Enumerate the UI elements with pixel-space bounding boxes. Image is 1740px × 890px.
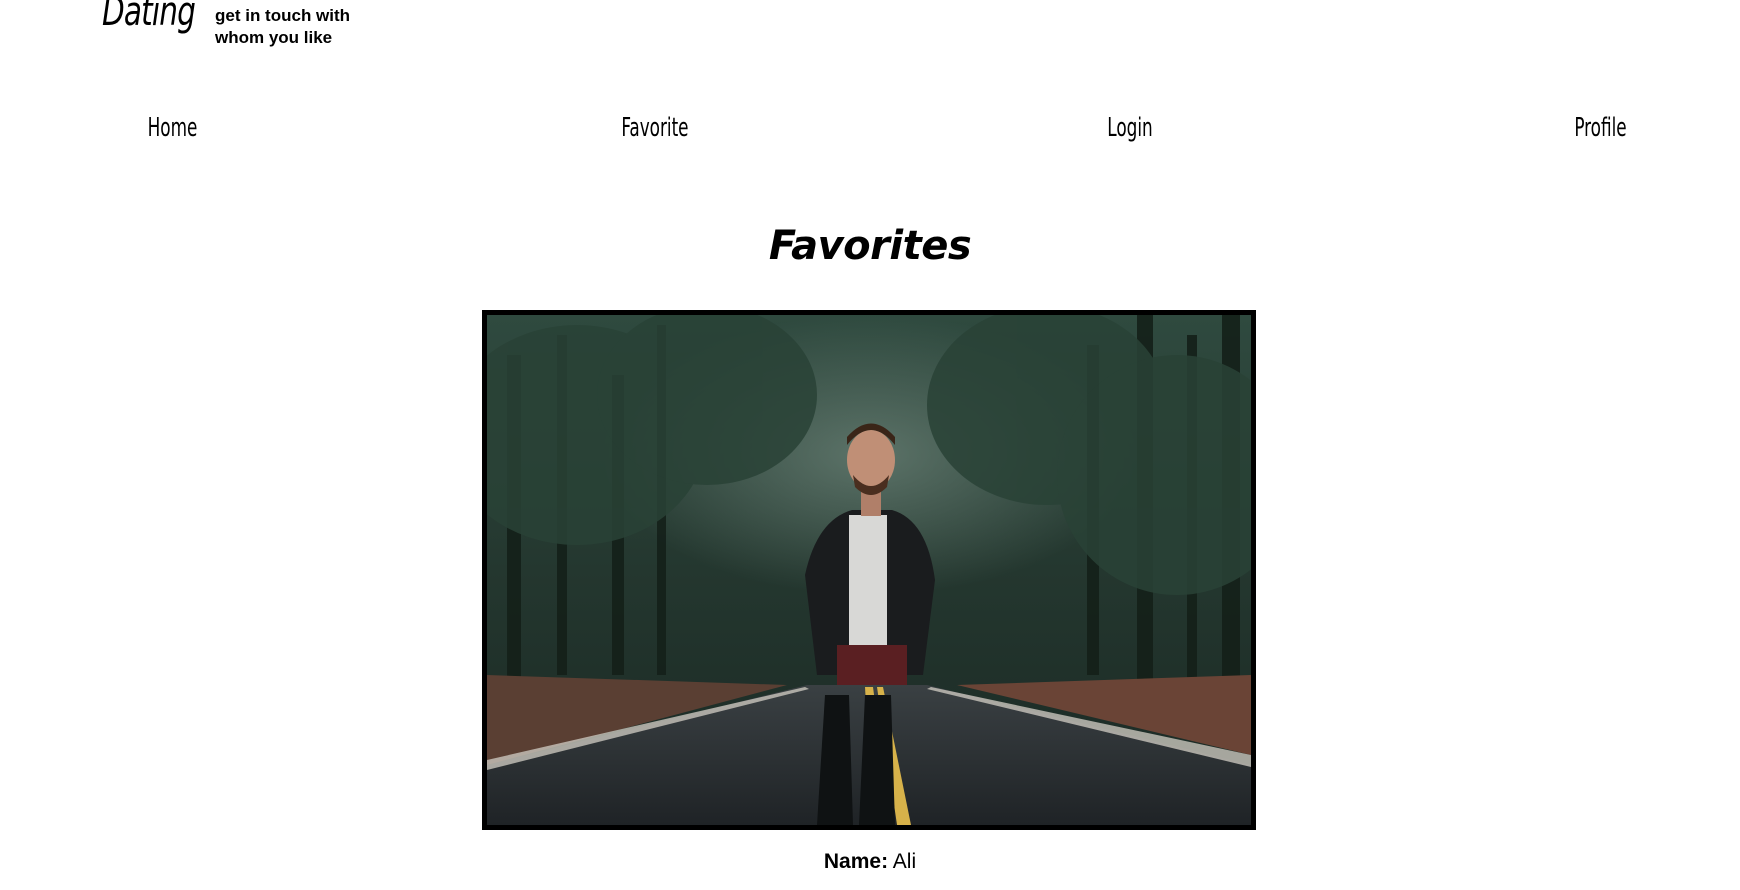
page-title: Favorites: [768, 222, 972, 269]
tagline-line-2: whom you like: [215, 28, 333, 47]
site-header: Dating get in touch with whom you like: [0, 0, 1740, 60]
nav-profile-link[interactable]: Profile: [1566, 108, 1634, 148]
name-label: Name:: [823, 850, 889, 873]
main-nav: Home Favorite Login Profile: [0, 108, 1740, 148]
site-tagline: get in touch with whom you like: [215, 5, 375, 49]
nav-favorite-link[interactable]: Favorite: [615, 108, 694, 148]
nav-home-link[interactable]: Home: [142, 108, 203, 148]
name-value: Ali: [892, 850, 917, 873]
profile-photo: [487, 315, 1251, 825]
site-logo[interactable]: Dating: [102, 0, 196, 32]
tagline-line-1: get in touch with: [215, 6, 351, 25]
nav-login-link[interactable]: Login: [1101, 108, 1159, 148]
favorite-card-photo[interactable]: [482, 310, 1256, 830]
favorite-name: Name: Ali: [0, 848, 1740, 876]
